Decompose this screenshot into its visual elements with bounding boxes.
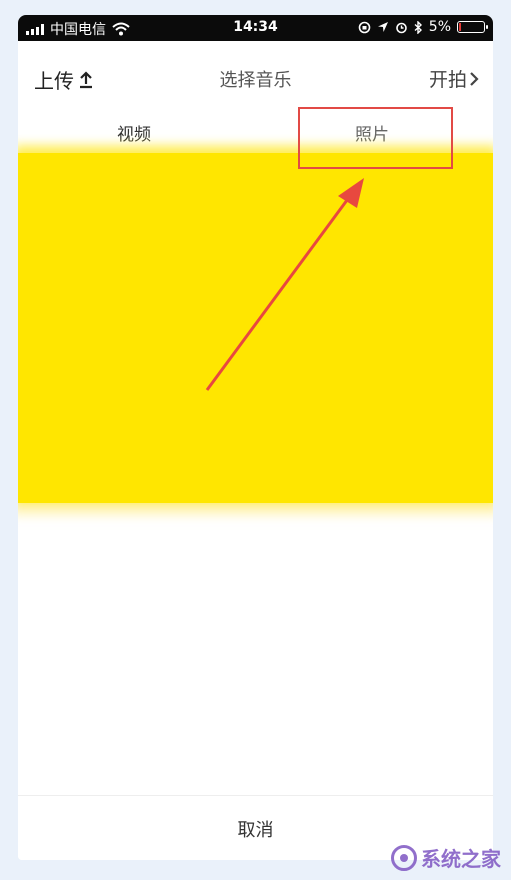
watermark-text: 系统之家 [421, 847, 501, 871]
watermark-logo-icon [391, 844, 417, 871]
pointer-arrow-icon [205, 178, 364, 391]
watermark: 系统之家 [391, 843, 501, 872]
